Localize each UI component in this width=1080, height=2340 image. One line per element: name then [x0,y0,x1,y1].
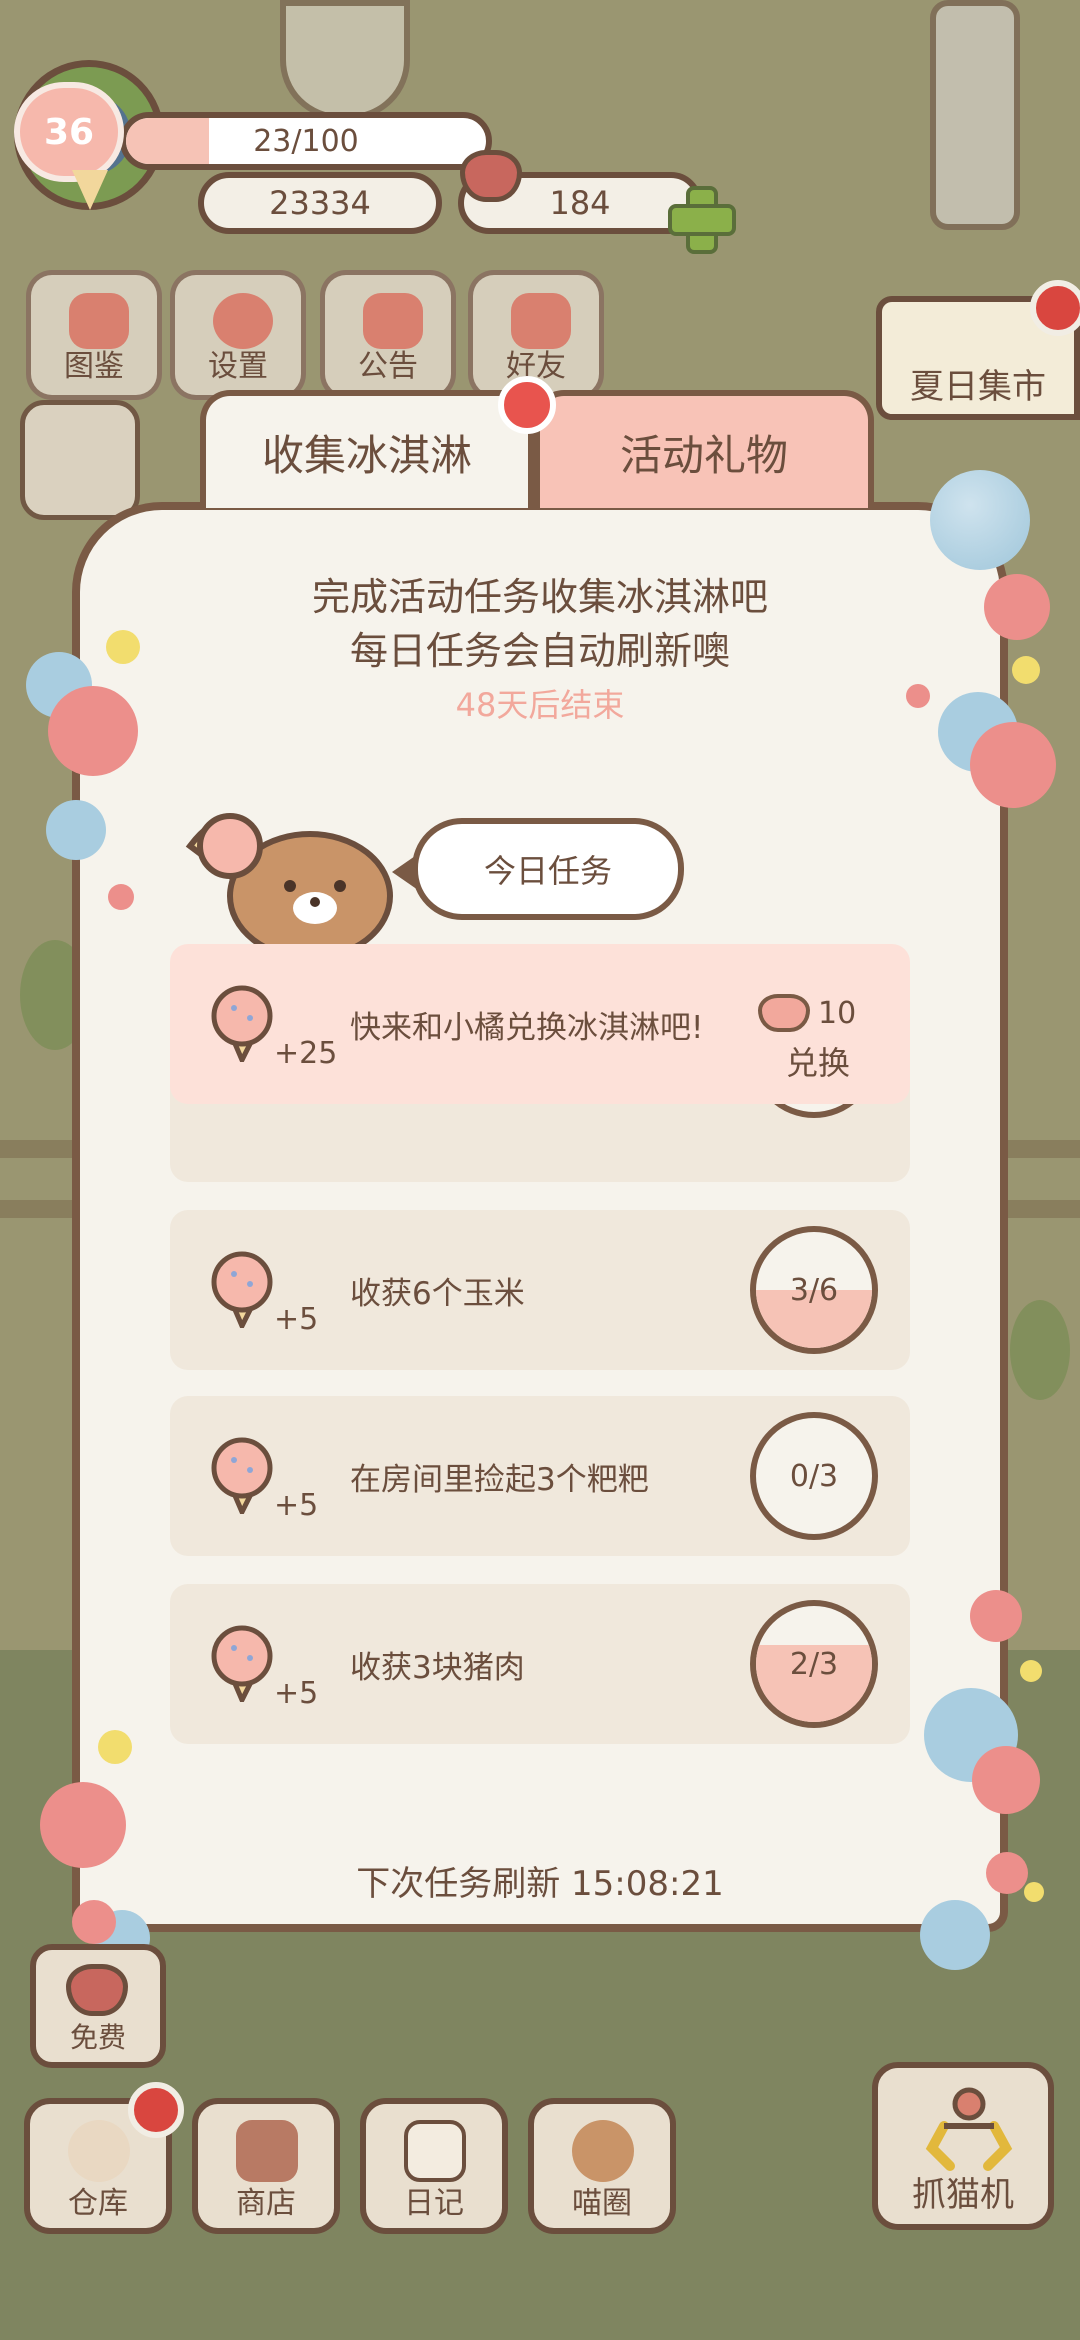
background-plant [1010,1300,1070,1400]
decor-dot [1020,1660,1042,1682]
today-tasks-bubble: 今日任务 [392,818,684,920]
intro-line-2: 每日任务会自动刷新噢 [349,629,730,673]
exp-bar: 23/100 [120,112,492,170]
next-refresh-timer: 下次任务刷新 15:08:21 [356,1864,724,1904]
tab-collect-icecream-label: 收集冰淇淋 [261,430,472,480]
diary-button[interactable]: 日记 [360,2098,508,2234]
warehouse-icon [68,2120,130,2182]
task-card: +5 收获6个玉米 3/6 [170,1210,910,1370]
task-reward: +25 [274,1036,338,1071]
tab-notification-dot [498,376,556,434]
icecream-icon [211,985,273,1062]
task-label: 收获6个玉米 [350,1275,525,1312]
decor-ball [986,1852,1028,1894]
progress-text: 2/3 [789,1646,839,1682]
heart-icon [758,994,810,1032]
warehouse-label: 仓库 [68,2186,128,2221]
task-card: +5 在房间里捡起3个粑粑 0/3 [170,1396,910,1556]
plus-icon[interactable] [668,186,736,254]
icecream-icon [211,1251,273,1328]
decor-ball [930,470,1030,570]
summer-market-label: 夏日集市 [910,367,1046,407]
intro-line-1: 完成活动任务收集冰淇淋吧 [311,575,768,619]
gear-icon [213,293,273,349]
heart-icon [66,1964,128,2016]
level-badge: 36 [14,82,124,182]
today-tasks-label: 今日任务 [483,852,612,890]
shop-label: 商店 [236,2186,296,2221]
free-button[interactable]: 免费 [30,1944,166,2068]
decor-ball [984,574,1050,640]
friends-icon [511,293,571,349]
coin-counter: 23334 [198,172,442,234]
heart-icon [460,150,522,202]
decor-dot [1012,656,1040,684]
exchange-cost-amount: 10 [818,995,857,1031]
decor-ball [920,1900,990,1970]
tab-event-gifts[interactable]: 活动礼物 [534,390,874,508]
task-progress: 0/3 [750,1412,878,1540]
task-reward: +5 [274,1302,319,1337]
decor-dot [1024,1882,1044,1902]
summer-market-notification-dot [1030,280,1080,336]
warehouse-notification-dot [128,2082,184,2138]
icecream-icon [211,1437,273,1514]
diary-label: 日记 [404,2186,464,2221]
decor-ball [72,1900,116,1944]
event-countdown: 48天后结束 [455,686,625,724]
task-progress: 2/3 [750,1600,878,1728]
calendar-button[interactable] [20,400,140,520]
task-label: 在房间里捡起3个粑粑 [350,1461,649,1498]
task-label: 收获3块猪肉 [350,1649,525,1686]
task-reward: +5 [274,1676,319,1711]
notice-button[interactable]: 公告 [320,270,456,400]
decor-ball [972,1746,1040,1814]
progress-text: 3/6 [789,1272,839,1308]
task-card: +5 收获3块猪肉 2/3 [170,1584,910,1744]
claw-icon [925,2087,1013,2171]
meow-circle-button[interactable]: 喵圈 [528,2098,676,2234]
catalog-button[interactable]: 图鉴 [26,270,162,400]
shop-button[interactable]: 商店 [192,2098,340,2234]
decor-ball [970,722,1056,808]
decor-dot [106,630,140,664]
progress-text: 0/3 [789,1458,839,1494]
tab-collect-icecream[interactable]: 收集冰淇淋 [200,390,534,508]
icecream-icon [211,1625,273,1702]
exchange-cost: 10 [758,994,856,1032]
decor-ball [46,800,106,860]
icecream-cone-icon [72,170,108,210]
decor-ball [970,1590,1022,1642]
gift-icon [363,293,423,349]
cat-planet-icon [572,2120,634,2182]
background-lamp [930,0,1020,230]
coin-amount: 23334 [269,184,371,222]
heart-amount: 184 [549,184,611,222]
background-pot [280,0,410,120]
task-label: 快来和小橘兑换冰淇淋吧! [350,1009,704,1046]
bear-mascot [185,813,393,956]
decor-dot [98,1730,132,1764]
exp-text: 23/100 [253,123,359,159]
decor-ball [48,686,138,776]
tab-event-gifts-label: 活动礼物 [619,430,788,480]
diary-icon [404,2120,466,2182]
exchange-task-card: +25 快来和小橘兑换冰淇淋吧! 10 兑换 [170,944,910,1104]
task-reward: +5 [274,1488,319,1523]
task-progress: 3/6 [750,1226,878,1354]
meow-circle-label: 喵圈 [572,2186,632,2221]
exchange-button[interactable]: 兑换 [786,1038,850,1084]
shop-icon [236,2120,298,2182]
claw-machine-button[interactable]: 抓猫机 [872,2062,1054,2230]
decor-dot [108,884,134,910]
settings-button[interactable]: 设置 [170,270,306,400]
decor-ball [40,1782,126,1868]
cat-face-icon [69,293,129,349]
decor-dot [906,684,930,708]
free-label: 免费 [69,2021,126,2054]
